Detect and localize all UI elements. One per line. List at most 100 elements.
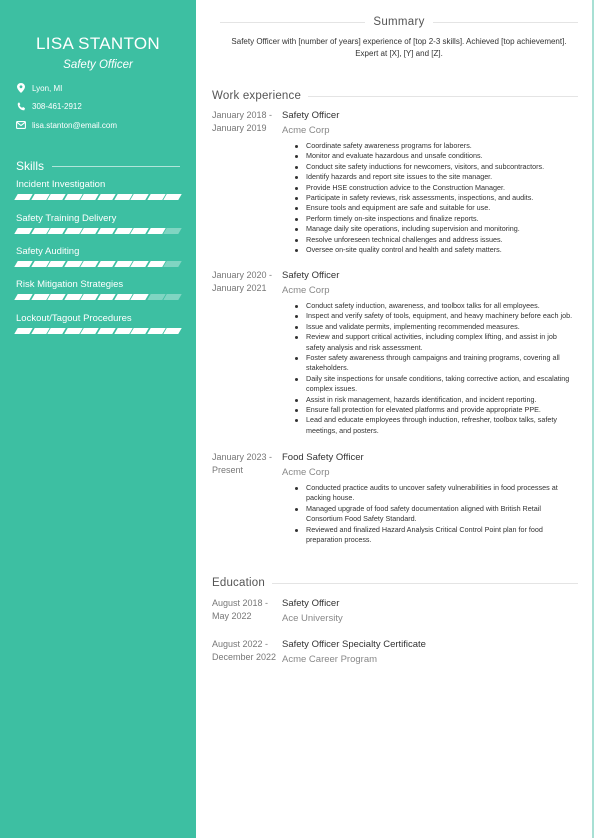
job-bullet: Daily site inspections for unsafe condit… (294, 374, 578, 395)
skill-segment-filled (80, 328, 99, 334)
work-heading-label: Work experience (212, 90, 302, 102)
skill-segment-filled (80, 228, 99, 234)
skill-segment-filled (80, 294, 99, 300)
skill-segment-filled (97, 261, 116, 267)
job-bullets: Conduct safety induction, awareness, and… (294, 301, 578, 436)
job-date-start: January 2020 - (212, 270, 273, 280)
skill-segment-filled (97, 194, 116, 200)
skill-segment-filled (130, 328, 149, 334)
skill-segment-filled (30, 294, 49, 300)
phone-icon (16, 101, 26, 111)
education-date-end: December 2022 (212, 652, 277, 662)
skill-label: Safety Auditing (16, 246, 80, 257)
job-dates: January 2023 - Present (212, 451, 280, 477)
education-date-start: August 2022 - (212, 639, 269, 649)
skills-heading-label: Skills (16, 159, 45, 173)
skill-segment-filled (80, 261, 99, 267)
skill-level-bar (14, 194, 182, 200)
skill-segment-filled (113, 261, 132, 267)
contact-email[interactable]: lisa.stanton@email.com (16, 120, 117, 130)
job-bullet: Identify hazards and report site issues … (294, 172, 578, 182)
skill-label: Safety Training Delivery (16, 213, 117, 224)
location-text: Lyon, MI (32, 83, 63, 93)
phone-text: 308-461-2912 (32, 101, 82, 111)
job-date-end: January 2021 (212, 283, 267, 293)
sidebar: LISA STANTON Safety Officer Lyon, MI 308… (0, 0, 196, 838)
skill-segment-filled (30, 228, 49, 234)
skill-item: Incident Investigation (14, 178, 182, 200)
education-dates: August 2018 - May 2022 (212, 597, 280, 623)
job-date-end: Present (212, 465, 244, 475)
job-bullet: Assist in risk management, hazards ident… (294, 395, 578, 405)
job-date-start: January 2018 - (212, 110, 273, 120)
skill-item: Risk Mitigation Strategies (14, 278, 182, 300)
summary-text: Safety Officer with [number of years] ex… (231, 37, 567, 58)
job-bullet: Conduct site safety inductions for newco… (294, 162, 578, 172)
job-bullet: Issue and validate permits, implementing… (294, 322, 578, 332)
job-bullet: Oversee on-site quality control and heal… (294, 245, 578, 255)
skill-segment-filled (113, 194, 132, 200)
skill-segment-empty (163, 261, 182, 267)
skill-segment-filled (47, 261, 66, 267)
skill-level-bar (14, 294, 182, 300)
summary-heading-label: Summary (373, 16, 425, 28)
job-title: Safety Officer (282, 110, 340, 121)
education-date-end: May 2022 (212, 611, 252, 621)
job-date-start: January 2023 - (212, 452, 273, 462)
education-heading: Education (212, 577, 578, 589)
skill-segment-filled (14, 261, 33, 267)
skill-segment-empty (163, 228, 182, 234)
education-heading-label: Education (212, 577, 265, 589)
job-bullet: Conducted practice audits to uncover saf… (294, 483, 578, 504)
skill-segment-filled (130, 194, 149, 200)
skill-level-bar (14, 228, 182, 234)
job-bullet: Reviewed and finalized Hazard Analysis C… (294, 525, 578, 546)
job-dates: January 2018 - January 2019 (212, 109, 280, 135)
skill-item: Lockout/Tagout Procedures (14, 312, 182, 334)
skill-item: Safety Auditing (14, 245, 182, 267)
skill-segment-filled (47, 294, 66, 300)
summary-heading: Summary (220, 16, 578, 28)
summary-divider-right (432, 21, 578, 23)
skill-segment-filled (97, 294, 116, 300)
envelope-icon (16, 120, 26, 130)
education-dates: August 2022 - December 2022 (212, 638, 284, 664)
skill-segment-filled (163, 328, 182, 334)
job-company: Acme Corp (282, 285, 330, 296)
skill-segment-filled (30, 261, 49, 267)
skill-segment-filled (80, 194, 99, 200)
education-title: Safety Officer Specialty Certificate (282, 639, 426, 650)
skill-segment-filled (47, 328, 66, 334)
job-bullet: Lead and educate employees through induc… (294, 415, 578, 436)
skill-segment-filled (30, 194, 49, 200)
job-bullet: Managed upgrade of food safety documenta… (294, 504, 578, 525)
skill-segment-filled (163, 194, 182, 200)
education-divider (271, 582, 578, 584)
job-bullet: Monitor and evaluate hazardous and unsaf… (294, 151, 578, 161)
skill-segment-filled (14, 194, 33, 200)
job-bullet: Ensure tools and equipment are safe and … (294, 203, 578, 213)
job-title: Food Safety Officer (282, 452, 364, 463)
job-bullet: Manage daily site operations, including … (294, 224, 578, 234)
work-divider (308, 95, 578, 97)
job-bullet: Inspect and verify safety of tools, equi… (294, 311, 578, 321)
job-bullet: Foster safety awareness through campaign… (294, 353, 578, 374)
map-pin-icon (16, 83, 26, 93)
job-company: Acme Corp (282, 125, 330, 136)
skill-segment-filled (113, 228, 132, 234)
skill-segment-filled (130, 228, 149, 234)
job-bullet: Conduct safety induction, awareness, and… (294, 301, 578, 311)
job-title: Safety Officer (282, 270, 340, 281)
skill-segment-filled (14, 228, 33, 234)
skill-item: Safety Training Delivery (14, 212, 182, 234)
candidate-name: LISA STANTON (36, 34, 160, 53)
skill-segment-filled (14, 328, 33, 334)
skill-label: Incident Investigation (16, 179, 106, 190)
job-bullet: Resolve unforeseen technical challenges … (294, 235, 578, 245)
email-text[interactable]: lisa.stanton@email.com (32, 121, 117, 130)
contact-phone: 308-461-2912 (16, 101, 82, 111)
job-bullet: Ensure fall protection for elevated plat… (294, 405, 578, 415)
skill-level-bar (14, 328, 182, 334)
skill-segment-filled (130, 261, 149, 267)
skill-label: Risk Mitigation Strategies (16, 279, 124, 290)
